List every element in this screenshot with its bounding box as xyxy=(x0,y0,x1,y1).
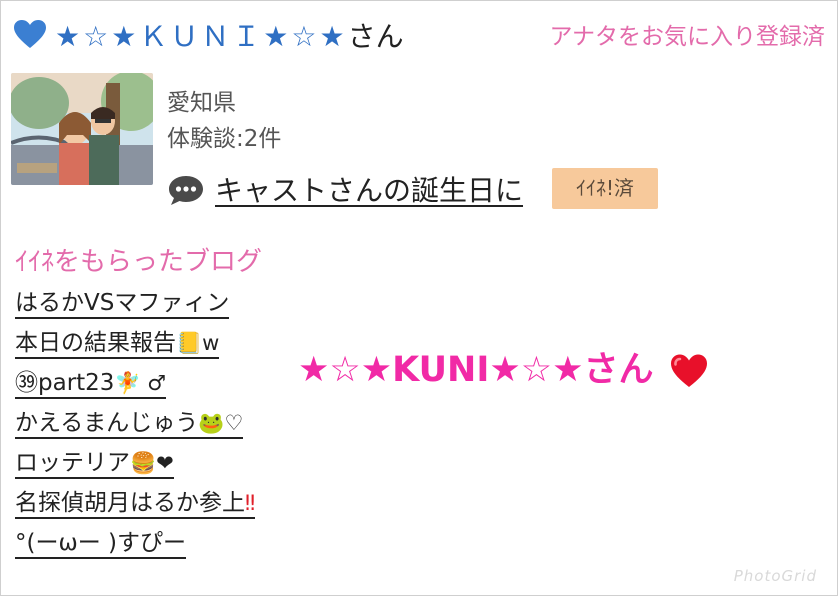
blog-title: ㊴part23 xyxy=(15,370,115,396)
blog-emoji: ‼ xyxy=(245,491,256,515)
favorite-status[interactable]: アナタをお気に入り登録済 xyxy=(549,17,825,51)
member-name[interactable]: ★☆★ＫＵＮＩ★☆★さん xyxy=(55,15,404,55)
blog-title: 名探偵胡月はるか参上 xyxy=(15,490,245,516)
overlay-name-text: ★☆★KUNI★☆★さん xyxy=(298,350,654,390)
heart-icon xyxy=(14,20,46,48)
list-item: 名探偵胡月はるか参上‼ xyxy=(15,483,256,523)
blog-link[interactable]: ㊴part23🧚 ♂ xyxy=(15,370,167,399)
list-item: ㊴part23🧚 ♂ xyxy=(15,363,255,403)
blog-link[interactable]: はるかVSマファィン xyxy=(15,290,230,319)
blog-link[interactable]: 名探偵胡月はるか参上‼ xyxy=(15,490,256,519)
blog-link[interactable]: ロッテリア🍔❤ xyxy=(15,450,174,479)
member-name-suffix: さん xyxy=(347,20,404,53)
member-card: ★☆★ＫＵＮＩ★☆★さん アナタをお気に入り登録済 愛知県 体験談:2件 キャス… xyxy=(0,0,838,596)
liked-blogs-heading: ｲｲﾈをもらったブログ xyxy=(15,247,263,277)
list-item: 本日の結果報告📒w xyxy=(15,323,255,363)
list-item: はるかVSマファィン xyxy=(15,283,255,323)
blog-title: °(ーωー )すぴー xyxy=(15,530,187,556)
prefecture: 愛知県 xyxy=(167,90,236,116)
blog-title: 本日の結果報告 xyxy=(15,330,176,356)
report-count: 体験談:2件 xyxy=(167,126,282,152)
post-title-link[interactable]: キャストさんの誕生日に xyxy=(215,169,523,209)
red-heart-icon xyxy=(671,354,707,387)
chat-bubble-icon xyxy=(169,176,203,205)
avatar[interactable] xyxy=(11,73,153,185)
blog-emoji: 🐸♡ xyxy=(198,411,244,435)
blog-link[interactable]: かえるまんじゅう🐸♡ xyxy=(15,410,244,439)
liked-blog-list: はるかVSマファィン 本日の結果報告📒w ㊴part23🧚 ♂ かえるまんじゅう… xyxy=(15,283,256,563)
blog-emoji: 🧚 ♂ xyxy=(114,371,167,395)
list-item: かえるまんじゅう🐸♡ xyxy=(15,403,255,443)
like-status-badge[interactable]: ｲｲﾈ!済 xyxy=(552,168,658,209)
member-name-text: ★☆★ＫＵＮＩ★☆★ xyxy=(55,20,348,53)
blog-link[interactable]: 本日の結果報告📒w xyxy=(15,330,220,359)
list-item: ロッテリア🍔❤ xyxy=(15,443,255,483)
avatar-illustration xyxy=(11,73,153,185)
blog-title: かえるまんじゅう xyxy=(15,410,199,436)
blog-title: はるかVSマファィン xyxy=(15,290,230,316)
blog-link[interactable]: °(ーωー )すぴー xyxy=(15,530,187,559)
blog-emoji: 📒w xyxy=(176,331,220,355)
list-item: °(ーωー )すぴー xyxy=(15,523,255,563)
blog-title: ロッテリア xyxy=(15,450,130,476)
watermark: PhotoGrid xyxy=(733,567,817,585)
blog-emoji: 🍔❤ xyxy=(130,451,174,475)
